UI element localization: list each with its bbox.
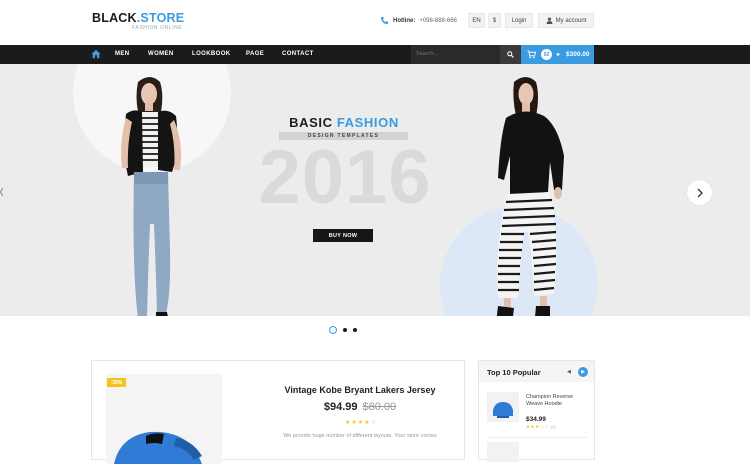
cap-image — [114, 431, 202, 464]
popular-header: Top 10 Popular ◀ ▶ — [479, 361, 594, 382]
hero-title-accent: FASHION — [336, 115, 399, 130]
top-bar: BLACK.STORE FASHION ONLINE Hotline: +098… — [0, 0, 750, 45]
currency-label: $ — [492, 17, 497, 24]
cart-icon — [527, 50, 536, 59]
nav-item-women[interactable]: WOMEN — [148, 51, 174, 57]
cart-arrow-icon: ▸ — [557, 52, 561, 58]
currency-selector[interactable]: $ — [488, 13, 501, 28]
language-label: EN — [472, 17, 481, 24]
star-empty-icon: ☆ — [370, 420, 376, 426]
slider-next-button[interactable] — [687, 180, 712, 205]
featured-product-name[interactable]: Vintage Kobe Bryant Lakers Jersey — [270, 385, 450, 395]
main-nav: MEN WOMEN LOOKBOOK PAGE CONTACT 02 ▸ $30… — [0, 45, 750, 64]
chevron-right-icon — [697, 188, 703, 197]
logo-main-text: BLACK — [92, 11, 137, 25]
featured-product-price: $94.99 — [323, 401, 358, 413]
user-icon — [546, 17, 553, 24]
star-icon: ★ — [535, 424, 540, 429]
featured-product-description: We provide huge number of different layo… — [283, 433, 437, 439]
cart-total: $300.00 — [566, 51, 590, 58]
featured-product-card: -35% Vintage Kobe Bryant Lakers Jersey $… — [91, 360, 465, 464]
cart-count-badge: 02 — [541, 49, 552, 60]
popular-item-rating: ★ ★ ★ ☆ ☆ (2) — [526, 424, 556, 430]
store-logo[interactable]: BLACK.STORE FASHION ONLINE — [92, 11, 185, 32]
slider-dot-1[interactable] — [329, 326, 337, 334]
popular-item-image-2[interactable] — [487, 442, 519, 462]
my-account-label: My account — [555, 17, 587, 24]
hero-model-left-image — [121, 77, 182, 316]
buy-now-button[interactable]: BUY NOW — [313, 229, 373, 242]
logo-accent-text: .STORE — [136, 11, 185, 25]
popular-item-name[interactable]: Champion Reverse Weave Hoodie — [526, 394, 588, 408]
cart-button[interactable]: 02 ▸ $300.00 — [521, 45, 594, 64]
slider-dot-3[interactable] — [353, 328, 357, 332]
search-button[interactable] — [500, 45, 521, 64]
login-button[interactable]: Login — [505, 13, 533, 28]
hero-title: BASIC FASHION — [280, 115, 408, 130]
popular-item-price: $34.99 — [526, 416, 546, 423]
logo-tagline: FASHION ONLINE — [132, 25, 183, 31]
popular-products-widget: Top 10 Popular ◀ ▶ Champion Reverse Weav… — [478, 360, 595, 462]
sale-badge: -35% — [107, 378, 126, 387]
login-label: Login — [511, 17, 527, 24]
hotline: Hotline: +098-888-666 — [380, 16, 457, 25]
popular-item-review-count: (2) — [550, 424, 556, 429]
nav-item-page[interactable]: PAGE — [246, 51, 264, 57]
search-input[interactable] — [411, 45, 500, 64]
star-icon: ★ — [357, 420, 364, 426]
hero-slider: 2016 BASIC FASHION DESIGN TEMPLATES BUY … — [0, 64, 750, 316]
star-icon: ★ — [526, 424, 531, 429]
star-icon: ★ — [351, 420, 357, 426]
popular-item-image[interactable] — [487, 392, 519, 422]
language-selector[interactable]: EN — [468, 13, 485, 28]
home-icon[interactable] — [91, 49, 101, 59]
nav-item-lookbook[interactable]: LOOKBOOK — [192, 51, 231, 57]
nav-item-contact[interactable]: CONTACT — [282, 51, 314, 57]
star-icon: ★ — [345, 420, 351, 426]
slider-dot-2[interactable] — [343, 328, 347, 332]
nav-item-men[interactable]: MEN — [115, 51, 130, 57]
popular-title: Top 10 Popular — [487, 368, 541, 377]
featured-product-old-price: $80.00 — [362, 401, 397, 413]
featured-product-prices: $94.99 $80.00 — [270, 401, 450, 413]
hero-year-watermark: 2016 — [258, 135, 432, 220]
hero-title-main: BASIC — [289, 115, 337, 130]
featured-product-rating: ★ ★ ★ ★ ☆ — [345, 420, 376, 426]
slider-pagination — [329, 326, 357, 334]
phone-icon — [380, 16, 389, 25]
popular-divider — [487, 437, 587, 438]
star-empty-icon: ☆ — [539, 424, 544, 429]
hero-model-right-image — [496, 77, 564, 316]
popular-prev-button[interactable]: ◀ — [567, 369, 571, 375]
search-icon — [507, 51, 514, 58]
hero-subtitle: DESIGN TEMPLATES — [279, 132, 408, 140]
slider-prev-button[interactable] — [0, 184, 3, 200]
star-empty-icon: ☆ — [544, 424, 549, 429]
hotline-label: Hotline: — [393, 17, 416, 24]
featured-product-image[interactable] — [106, 374, 222, 464]
hoodie-image — [493, 402, 513, 418]
hotline-number: +098-888-666 — [419, 17, 457, 24]
star-icon: ★ — [364, 420, 370, 426]
star-icon: ★ — [530, 424, 535, 429]
my-account-button[interactable]: My account — [538, 13, 594, 28]
popular-next-button[interactable]: ▶ — [578, 367, 588, 377]
